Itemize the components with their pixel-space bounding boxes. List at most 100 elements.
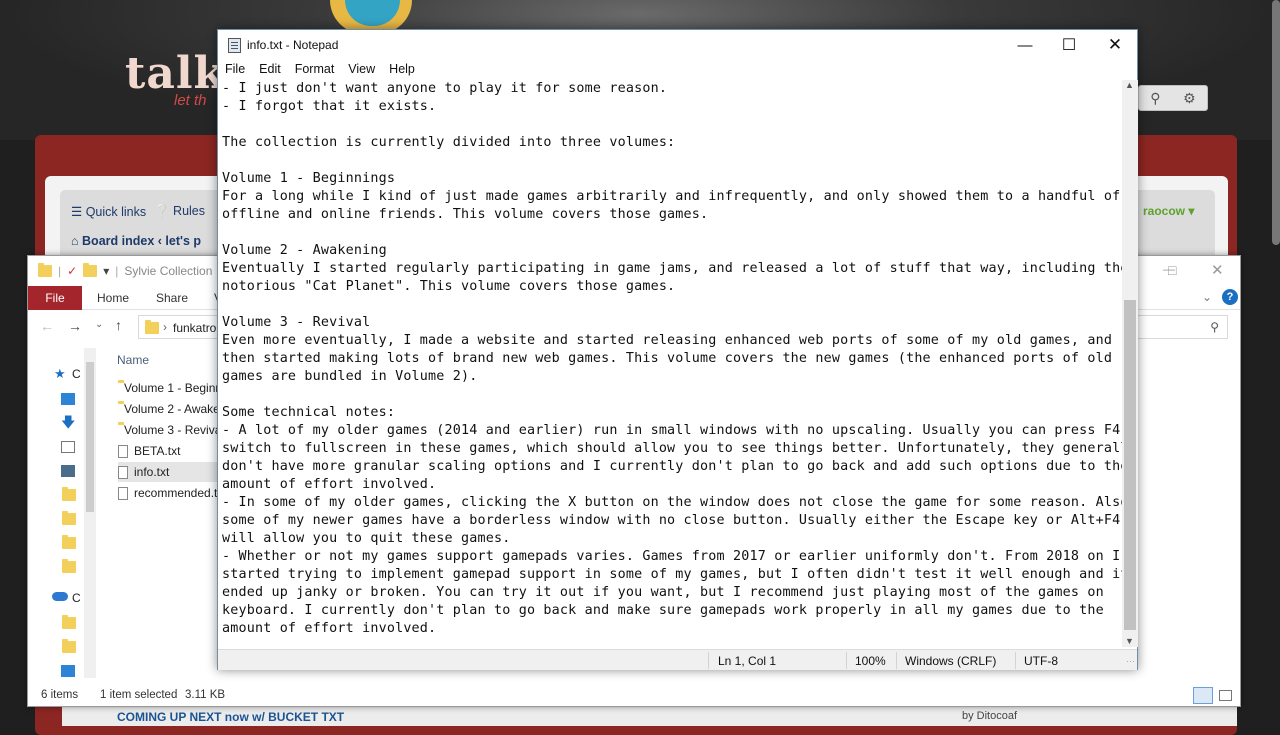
tab-share[interactable]: Share	[156, 291, 188, 305]
search-icon: ⚲	[1210, 320, 1219, 334]
ribbon-expand-icon[interactable]: ⌄	[1202, 290, 1212, 304]
pictures-icon[interactable]	[61, 465, 75, 477]
text-line: - In some of my older games, clicking th…	[222, 495, 1122, 510]
text-file-icon	[118, 444, 128, 458]
nav-quick-access[interactable]: C	[72, 367, 81, 381]
folder-icon	[38, 263, 52, 277]
text-line: offline and online friends. This volume …	[222, 207, 709, 222]
maximize-icon[interactable]: ☐	[1046, 30, 1092, 60]
folder-icon[interactable]	[62, 511, 76, 525]
gear-icon[interactable]: ⚙	[1183, 90, 1196, 107]
details-view-icon[interactable]	[1193, 687, 1213, 704]
menu-view[interactable]: View	[341, 60, 382, 80]
text-line: then started making lots of brand new we…	[222, 351, 1113, 366]
desktop-icon[interactable]	[61, 393, 75, 405]
large-icons-view-icon[interactable]	[1219, 690, 1232, 701]
text-line	[222, 224, 1122, 242]
menu-format[interactable]: Format	[288, 60, 342, 80]
scroll-down-icon[interactable]: ▼	[1125, 636, 1134, 646]
line-ending: Windows (CRLF)	[905, 654, 997, 668]
menu-edit[interactable]: Edit	[252, 60, 288, 80]
window-title: info.txt - Notepad	[247, 38, 339, 52]
scroll-up-icon[interactable]: ▲	[1125, 80, 1134, 90]
resize-grip-icon[interactable]: ⋯	[1126, 656, 1135, 667]
navigation-pane: ★ C 🡇 C	[28, 348, 98, 688]
search-icon[interactable]: ⚲	[1150, 90, 1160, 107]
text-line	[222, 152, 1122, 170]
notepad-status-bar: Ln 1, Col 1 100% Windows (CRLF) UTF-8 ⋯	[218, 649, 1137, 670]
text-line: games are bundled in Volume 2).	[222, 369, 478, 384]
text-line: some of my newer games have a borderless…	[222, 513, 1121, 528]
forum-topic-row: COMING UP NEXT now w/ BUCKET TXT by Dito…	[62, 706, 1237, 726]
text-line: - A lot of my older games (2014 and earl…	[222, 423, 1122, 438]
scroll-thumb[interactable]	[1124, 300, 1136, 630]
text-file-icon	[118, 486, 128, 500]
dropdown-icon[interactable]: ▾	[103, 264, 109, 278]
folder-icon[interactable]	[62, 639, 76, 653]
quick-access-icon[interactable]: ★	[54, 366, 66, 382]
documents-icon[interactable]	[61, 441, 75, 453]
folder-icon	[145, 320, 159, 334]
selection-count: 1 item selected	[100, 689, 178, 701]
board-index-link[interactable]: ⌂ Board index ‹ let's p	[71, 234, 201, 248]
folder-icon[interactable]	[62, 535, 76, 549]
explorer-title: Sylvie Collection	[124, 264, 213, 278]
up-icon[interactable]: ↑	[115, 317, 122, 333]
nav-onedrive[interactable]: C	[72, 591, 81, 605]
forward-icon[interactable]: →	[68, 318, 82, 334]
rules-link[interactable]: ❔ Rules	[154, 204, 205, 219]
list-item[interactable]: Volume 3 - Revival	[118, 420, 222, 440]
column-header-name[interactable]: Name	[117, 353, 149, 367]
list-item[interactable]: Volume 1 - Beginnings	[118, 378, 222, 398]
onedrive-icon[interactable]	[52, 592, 68, 601]
text-line: amount of effort involved.	[222, 621, 437, 636]
browser-scrollbar[interactable]	[1272, 0, 1280, 245]
folder-icon[interactable]	[62, 615, 76, 629]
text-line: switch to fullscreen in these games, whi…	[222, 441, 1122, 456]
back-icon[interactable]: ←	[40, 318, 54, 334]
file-list: Name Volume 1 - Beginnings Volume 2 - Aw…	[112, 348, 222, 688]
address-input[interactable]: › funkatro	[138, 315, 218, 339]
text-line	[222, 386, 1122, 404]
menu-file[interactable]: File	[218, 60, 252, 80]
selection-size: 3.11 KB	[185, 689, 226, 701]
maximize-icon[interactable]: □	[1168, 262, 1176, 278]
topic-author[interactable]: by Ditocoaf	[962, 710, 1017, 722]
new-folder-icon[interactable]	[83, 263, 98, 277]
forum-username[interactable]: raocow ▾	[1143, 204, 1194, 218]
nav-scroll-thumb[interactable]	[86, 362, 94, 512]
downloads-icon[interactable]: 🡇	[61, 412, 75, 436]
text-line	[222, 296, 1122, 314]
text-file-icon	[118, 465, 128, 479]
text-line: Volume 3 - Revival	[222, 315, 371, 330]
text-editor-area[interactable]: - I just don't want anyone to play it fo…	[222, 80, 1122, 647]
this-pc-icon[interactable]	[61, 665, 75, 677]
list-item[interactable]: recommended.txt	[118, 483, 222, 503]
text-line: Some technical notes:	[222, 405, 396, 420]
properties-icon[interactable]: ✓	[67, 264, 77, 278]
minimize-icon[interactable]: —	[1002, 30, 1048, 60]
text-line: For a long while I kind of just made gam…	[222, 189, 1121, 204]
topic-title[interactable]: COMING UP NEXT now w/ BUCKET TXT	[117, 710, 344, 724]
tab-home[interactable]: Home	[97, 291, 129, 305]
recent-icon[interactable]: ⌄	[95, 319, 103, 330]
folder-icon[interactable]	[62, 559, 76, 573]
close-icon[interactable]: ✕	[1211, 261, 1224, 279]
close-icon[interactable]: ✕	[1092, 30, 1138, 60]
quick-links[interactable]: ☰ Quick links	[71, 204, 146, 219]
vertical-scrollbar[interactable]: ▲ ▼	[1122, 80, 1138, 647]
cursor-position: Ln 1, Col 1	[718, 654, 777, 668]
list-item[interactable]: Volume 2 - Awakening	[118, 399, 222, 419]
tab-file[interactable]: File	[28, 286, 82, 310]
help-icon[interactable]: ?	[1222, 289, 1238, 305]
folder-icon[interactable]	[62, 487, 76, 501]
list-item[interactable]: BETA.txt	[118, 441, 222, 461]
zoom-level: 100%	[855, 654, 886, 668]
text-line: Eventually I started regularly participa…	[222, 261, 1122, 276]
menu-help[interactable]: Help	[382, 60, 422, 80]
notepad-icon	[228, 37, 241, 53]
list-item-selected[interactable]: info.txt	[118, 462, 222, 482]
text-line: will allow you to quit these games.	[222, 531, 511, 546]
forum-search-bar[interactable]: ⚲ ⚙	[1138, 85, 1208, 111]
text-line: - I forgot that it exists.	[222, 99, 437, 114]
